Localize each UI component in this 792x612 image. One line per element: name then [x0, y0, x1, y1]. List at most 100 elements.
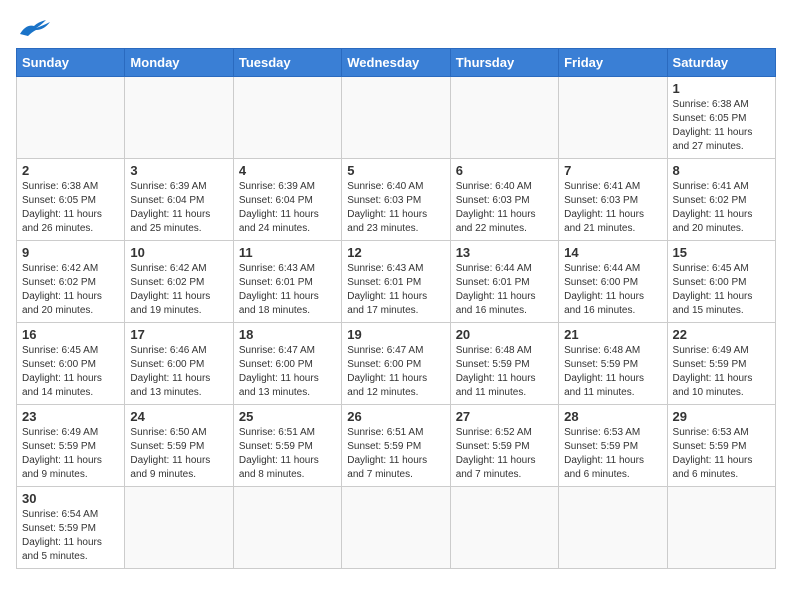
calendar-day: 1 Sunrise: 6:38 AM Sunset: 6:05 PM Daylig… [667, 77, 775, 159]
page-header [16, 16, 776, 38]
calendar-day: 8 Sunrise: 6:41 AM Sunset: 6:02 PM Daylig… [667, 159, 775, 241]
day-info: Sunrise: 6:41 AM Sunset: 6:03 PM Dayligh… [564, 180, 661, 236]
day-number: 10 [130, 245, 227, 260]
day-number: 24 [130, 409, 227, 424]
calendar-day: 29 Sunrise: 6:53 AM Sunset: 5:59 PM Dayli… [667, 405, 775, 487]
calendar-body: 1 Sunrise: 6:38 AM Sunset: 6:05 PM Daylig… [17, 77, 776, 569]
calendar-day [450, 487, 558, 569]
calendar-day: 10Sunrise: 6:42 AM Sunset: 6:02 PM Dayli… [125, 241, 233, 323]
header-cell-friday: Friday [559, 49, 667, 77]
calendar-day: 22Sunrise: 6:49 AM Sunset: 5:59 PM Dayli… [667, 323, 775, 405]
calendar-day: 27 Sunrise: 6:52 AM Sunset: 5:59 PM Dayli… [450, 405, 558, 487]
calendar-day [17, 77, 125, 159]
calendar-day: 21Sunrise: 6:48 AM Sunset: 5:59 PM Dayli… [559, 323, 667, 405]
day-number: 2 [22, 163, 119, 178]
day-number: 14 [564, 245, 661, 260]
day-number: 18 [239, 327, 336, 342]
day-number: 12 [347, 245, 444, 260]
calendar-day: 18 Sunrise: 6:47 AM Sunset: 6:00 PM Dayli… [233, 323, 341, 405]
calendar-day: 4Sunrise: 6:39 AM Sunset: 6:04 PM Daylig… [233, 159, 341, 241]
day-info: Sunrise: 6:47 AM Sunset: 6:00 PM Dayligh… [239, 344, 336, 400]
day-info: Sunrise: 6:54 AM Sunset: 5:59 PM Dayligh… [22, 508, 119, 564]
calendar-day: 7Sunrise: 6:41 AM Sunset: 6:03 PM Daylig… [559, 159, 667, 241]
day-number: 27 [456, 409, 553, 424]
calendar-week-1: 1 Sunrise: 6:38 AM Sunset: 6:05 PM Daylig… [17, 77, 776, 159]
calendar-day: 9 Sunrise: 6:42 AM Sunset: 6:02 PM Daylig… [17, 241, 125, 323]
day-info: Sunrise: 6:44 AM Sunset: 6:01 PM Dayligh… [456, 262, 553, 318]
day-number: 28 [564, 409, 661, 424]
day-info: Sunrise: 6:53 AM Sunset: 5:59 PM Dayligh… [673, 426, 770, 482]
calendar-day [233, 77, 341, 159]
calendar-day: 26 Sunrise: 6:51 AM Sunset: 5:59 PM Dayli… [342, 405, 450, 487]
day-number: 4 [239, 163, 336, 178]
day-number: 26 [347, 409, 444, 424]
header-cell-thursday: Thursday [450, 49, 558, 77]
day-info: Sunrise: 6:47 AM Sunset: 6:00 PM Dayligh… [347, 344, 444, 400]
calendar-day [125, 77, 233, 159]
day-number: 19 [347, 327, 444, 342]
calendar-day: 15Sunrise: 6:45 AM Sunset: 6:00 PM Dayli… [667, 241, 775, 323]
day-info: Sunrise: 6:50 AM Sunset: 5:59 PM Dayligh… [130, 426, 227, 482]
calendar-day: 14 Sunrise: 6:44 AM Sunset: 6:00 PM Dayli… [559, 241, 667, 323]
day-info: Sunrise: 6:41 AM Sunset: 6:02 PM Dayligh… [673, 180, 770, 236]
calendar-day: 20 Sunrise: 6:48 AM Sunset: 5:59 PM Dayli… [450, 323, 558, 405]
header-cell-tuesday: Tuesday [233, 49, 341, 77]
day-info: Sunrise: 6:51 AM Sunset: 5:59 PM Dayligh… [347, 426, 444, 482]
calendar-day: 12Sunrise: 6:43 AM Sunset: 6:01 PM Dayli… [342, 241, 450, 323]
calendar-day: 3Sunrise: 6:39 AM Sunset: 6:04 PM Daylig… [125, 159, 233, 241]
day-info: Sunrise: 6:40 AM Sunset: 6:03 PM Dayligh… [347, 180, 444, 236]
day-info: Sunrise: 6:45 AM Sunset: 6:00 PM Dayligh… [22, 344, 119, 400]
header-cell-wednesday: Wednesday [342, 49, 450, 77]
day-info: Sunrise: 6:38 AM Sunset: 6:05 PM Dayligh… [673, 98, 770, 154]
calendar-day [667, 487, 775, 569]
header-cell-sunday: Sunday [17, 49, 125, 77]
day-number: 20 [456, 327, 553, 342]
day-number: 29 [673, 409, 770, 424]
day-info: Sunrise: 6:52 AM Sunset: 5:59 PM Dayligh… [456, 426, 553, 482]
calendar-day: 23Sunrise: 6:49 AM Sunset: 5:59 PM Dayli… [17, 405, 125, 487]
calendar-week-6: 30 Sunrise: 6:54 AM Sunset: 5:59 PM Dayli… [17, 487, 776, 569]
day-info: Sunrise: 6:42 AM Sunset: 6:02 PM Dayligh… [22, 262, 119, 318]
calendar-table: SundayMondayTuesdayWednesdayThursdayFrid… [16, 48, 776, 569]
day-info: Sunrise: 6:38 AM Sunset: 6:05 PM Dayligh… [22, 180, 119, 236]
day-number: 25 [239, 409, 336, 424]
day-info: Sunrise: 6:53 AM Sunset: 5:59 PM Dayligh… [564, 426, 661, 482]
calendar-day: 17Sunrise: 6:46 AM Sunset: 6:00 PM Dayli… [125, 323, 233, 405]
day-number: 8 [673, 163, 770, 178]
header-cell-saturday: Saturday [667, 49, 775, 77]
day-info: Sunrise: 6:49 AM Sunset: 5:59 PM Dayligh… [22, 426, 119, 482]
logo-bird-icon [18, 16, 54, 38]
day-number: 21 [564, 327, 661, 342]
day-number: 13 [456, 245, 553, 260]
calendar-day: 28 Sunrise: 6:53 AM Sunset: 5:59 PM Dayli… [559, 405, 667, 487]
calendar-header: SundayMondayTuesdayWednesdayThursdayFrid… [17, 49, 776, 77]
day-info: Sunrise: 6:51 AM Sunset: 5:59 PM Dayligh… [239, 426, 336, 482]
day-info: Sunrise: 6:48 AM Sunset: 5:59 PM Dayligh… [456, 344, 553, 400]
calendar-day [559, 77, 667, 159]
calendar-week-4: 16 Sunrise: 6:45 AM Sunset: 6:00 PM Dayli… [17, 323, 776, 405]
calendar-day [342, 487, 450, 569]
day-number: 17 [130, 327, 227, 342]
day-number: 11 [239, 245, 336, 260]
day-number: 5 [347, 163, 444, 178]
calendar-day [559, 487, 667, 569]
calendar-day: 24 Sunrise: 6:50 AM Sunset: 5:59 PM Dayli… [125, 405, 233, 487]
day-info: Sunrise: 6:49 AM Sunset: 5:59 PM Dayligh… [673, 344, 770, 400]
calendar-day [450, 77, 558, 159]
day-number: 1 [673, 81, 770, 96]
day-info: Sunrise: 6:39 AM Sunset: 6:04 PM Dayligh… [130, 180, 227, 236]
day-number: 16 [22, 327, 119, 342]
day-number: 15 [673, 245, 770, 260]
day-info: Sunrise: 6:43 AM Sunset: 6:01 PM Dayligh… [239, 262, 336, 318]
calendar-day: 2 Sunrise: 6:38 AM Sunset: 6:05 PM Daylig… [17, 159, 125, 241]
header-cell-monday: Monday [125, 49, 233, 77]
calendar-day: 5 Sunrise: 6:40 AM Sunset: 6:03 PM Daylig… [342, 159, 450, 241]
calendar-day: 16 Sunrise: 6:45 AM Sunset: 6:00 PM Dayli… [17, 323, 125, 405]
day-number: 9 [22, 245, 119, 260]
day-info: Sunrise: 6:40 AM Sunset: 6:03 PM Dayligh… [456, 180, 553, 236]
calendar-week-2: 2 Sunrise: 6:38 AM Sunset: 6:05 PM Daylig… [17, 159, 776, 241]
day-number: 30 [22, 491, 119, 506]
calendar-day: 13 Sunrise: 6:44 AM Sunset: 6:01 PM Dayli… [450, 241, 558, 323]
day-info: Sunrise: 6:44 AM Sunset: 6:00 PM Dayligh… [564, 262, 661, 318]
logo [16, 16, 54, 38]
